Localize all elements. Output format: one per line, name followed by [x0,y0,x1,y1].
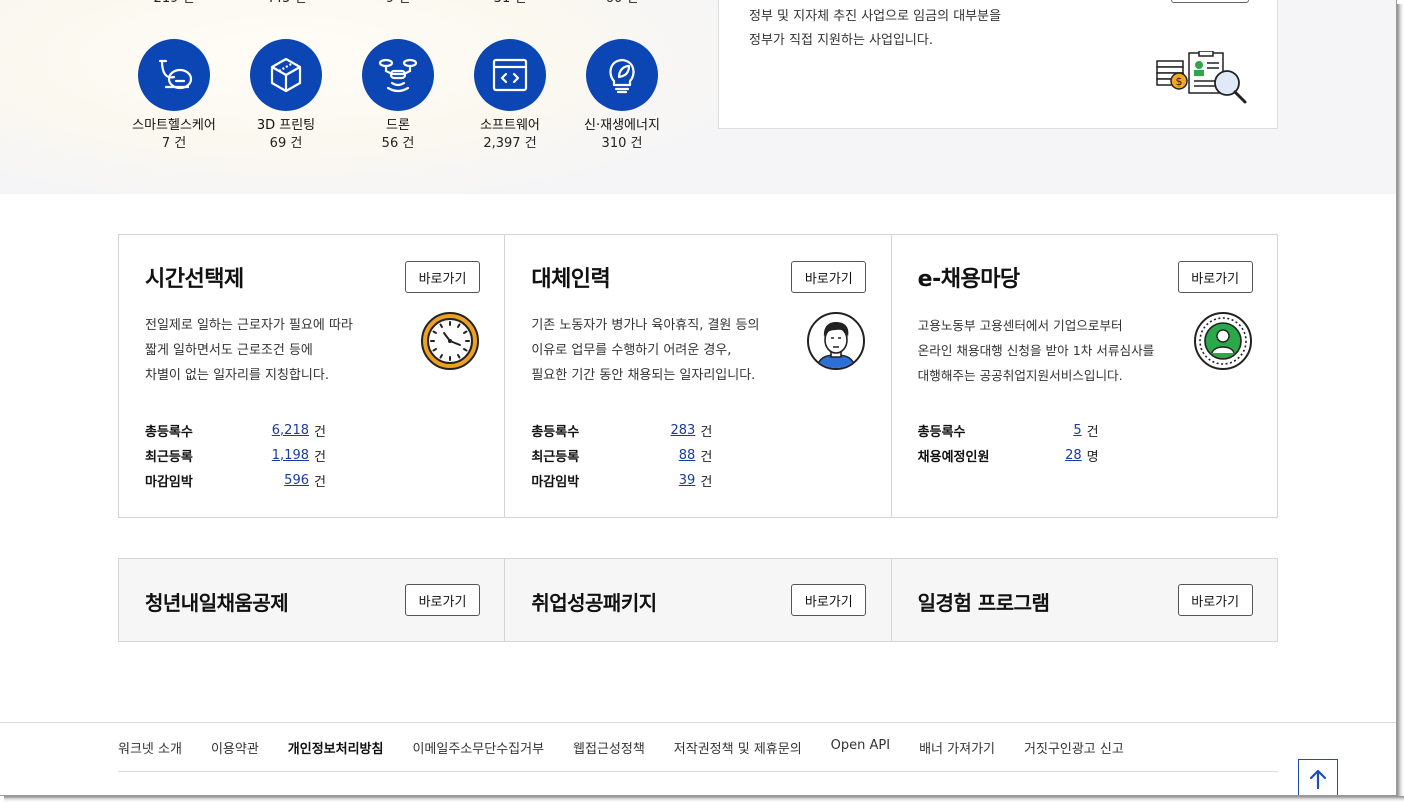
window-shadow [4,796,1404,802]
category-count: 2,397 건 [483,136,537,151]
category-item[interactable]: 219 건 [114,0,234,8]
stat-value-link[interactable]: 5 [1028,423,1081,438]
bulb-leaf-icon [586,39,658,111]
category-count: 219 건 [114,0,234,8]
window-shadow [1397,4,1404,802]
shortcut-button[interactable]: 바로가기 [1177,584,1253,616]
footer-divider [0,722,1396,723]
stat-row: 최근등록 1,198 건 [145,448,326,465]
stat-value-link[interactable]: 1,198 [255,448,309,463]
card-title: 시간선택제 [145,267,244,292]
category-renewable-energy[interactable]: 신·재생에너지 310 건 [562,39,682,153]
person-face-icon [807,312,866,370]
code-window-icon [474,39,546,111]
program-title: 일경험 프로그램 [917,591,1050,615]
footer-link-accessibility[interactable]: 웹접근성정책 [573,738,645,757]
shortcut-button[interactable]: 바로가기 [791,261,867,293]
stat-value-link[interactable]: 28 [1028,448,1082,463]
category-count: 445 건 [226,0,346,8]
footer-link-email-refusal[interactable]: 이메일주소무단수집거부 [412,738,544,757]
card-stats: 총등록수 5 건 채용예정인원 28 명 [918,418,1168,468]
category-item[interactable]: 31 건 [450,0,570,8]
scroll-to-top-button[interactable] [1298,759,1338,795]
stat-row: 총등록수 5 건 [917,423,1099,440]
stat-value-link[interactable]: 88 [641,448,696,463]
category-count: 60 건 [562,0,682,8]
stat-row: 채용예정인원 28 명 [917,448,1099,465]
clock-icon [421,312,479,370]
program-links: 청년내일채움공제 바로가기 취업성공패키지 바로가기 일경험 프로그램 바로가기 [118,558,1278,642]
category-count: 31 건 [450,0,570,8]
footer-divider [118,771,1278,772]
card-description: 전일제로 일하는 근로자가 필요에 따라 짧게 일하면서도 근로조건 등에 차별… [145,318,353,383]
card-description: 정부 및 지자체 추진 사업으로 임금의 대부분을 정부가 직접 지원하는 사업… [749,9,1002,48]
category-3d-printing[interactable]: 3D 프린팅 69 건 [226,39,346,153]
shortcut-button[interactable] [1171,0,1249,3]
card-stats: 총등록수 283 건 최근등록 88 건 마감임박 39 건 [531,418,781,493]
stat-value-link[interactable]: 39 [641,473,696,488]
health-device-icon [138,39,210,111]
category-item[interactable]: 445 건 [226,0,346,8]
category-count: 9 건 [338,0,458,8]
category-name: 신·재생에너지 [584,118,660,133]
documents-magnifier-icon: $ [1156,51,1247,104]
category-name: 드론 [386,118,410,133]
stat-row: 최근등록 88 건 [531,448,713,465]
shortcut-button[interactable]: 바로가기 [791,584,867,616]
program-title: 청년내일채움공제 [145,591,289,615]
program-employment-package: 취업성공패키지 바로가기 [505,559,892,641]
stat-value-link[interactable]: 6,218 [255,423,309,438]
card-description: 기존 노동자가 병가나 육아휴직, 결원 등의 이유로 업무를 수행하기 어려운… [531,318,760,383]
category-drone[interactable]: 드론 56 건 [338,39,458,153]
cube-icon [250,39,322,111]
footer-link-banner[interactable]: 배너 가져가기 [919,738,995,757]
footer-links: 워크넷 소개 이용약관 개인정보처리방침 이메일주소무단수집거부 웹접근성정책 … [118,738,1153,757]
card-stats: 총등록수 6,218 건 최근등록 1,198 건 마감임박 596 건 [145,418,395,493]
category-item[interactable]: 9 건 [338,0,458,8]
category-smart-healthcare[interactable]: 스마트헬스케어 7 건 [114,39,234,153]
card-title: 대체인력 [531,267,611,292]
card-description: 고용노동부 고용센터에서 기업으로부터 온라인 채용대행 신청을 받아 1차 서… [917,318,1155,383]
stat-row: 마감임박 596 건 [145,473,326,490]
category-name: 소프트웨어 [480,118,540,133]
program-youth-savings: 청년내일채움공제 바로가기 [119,559,506,641]
shortcut-button[interactable]: 바로가기 [1177,261,1253,293]
government-support-card: 정부 및 지자체 추진 사업으로 임금의 대부분을 정부가 직접 지원하는 사업… [718,0,1278,129]
stat-row: 마감임박 39 건 [531,473,713,490]
category-item[interactable]: 60 건 [562,0,682,8]
page-frame: 219 건 445 건 9 건 31 건 60 건 스마트헬스케어 7 건 [0,0,1397,796]
footer-link-copyright[interactable]: 저작권정책 및 제휴문의 [674,738,802,757]
card-e-recruitment: e-채용마당 바로가기 고용노동부 고용센터에서 기업으로부터 온라인 채용대행… [892,235,1277,517]
category-name: 스마트헬스케어 [132,118,216,133]
arrow-up-icon [1309,769,1327,790]
user-badge-icon [1193,312,1252,370]
stat-row: 총등록수 283 건 [531,423,713,440]
footer-link-privacy[interactable]: 개인정보처리방침 [288,738,384,757]
category-count: 310 건 [601,136,643,151]
footer-link-about[interactable]: 워크넷 소개 [118,738,182,757]
card-substitute-worker: 대체인력 바로가기 기존 노동자가 병가나 육아휴직, 결원 등의 이유로 업무… [505,235,892,517]
category-count: 56 건 [381,136,415,151]
category-software[interactable]: 소프트웨어 2,397 건 [450,39,570,153]
card-title: e-채용마당 [917,267,1021,292]
card-part-time: 시간선택제 바로가기 전일제로 일하는 근로자가 필요에 따라 짧게 일하면서도… [119,235,506,517]
program-work-experience: 일경험 프로그램 바로가기 [892,559,1277,641]
stat-value-link[interactable]: 596 [255,473,309,488]
stat-row: 총등록수 6,218 건 [145,423,326,440]
stat-value-link[interactable]: 283 [641,423,696,438]
category-count: 69 건 [269,136,303,151]
category-count: 7 건 [161,136,187,151]
shortcut-button[interactable]: 바로가기 [405,261,480,293]
footer-link-report-ad[interactable]: 거짓구인광고 신고 [1024,738,1124,757]
category-name: 3D 프린팅 [256,118,316,133]
drone-icon [362,39,434,111]
shortcut-button[interactable]: 바로가기 [405,584,480,616]
svg-text:$: $ [1176,75,1183,88]
footer-link-open-api[interactable]: Open API [831,738,890,757]
job-type-cards: 시간선택제 바로가기 전일제로 일하는 근로자가 필요에 따라 짧게 일하면서도… [118,234,1278,518]
footer-link-terms[interactable]: 이용약관 [211,738,259,757]
program-title: 취업성공패키지 [531,591,657,615]
